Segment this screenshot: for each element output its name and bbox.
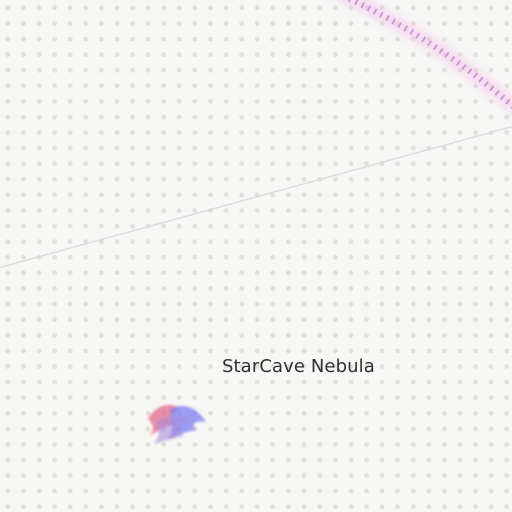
travel-path: [0, 125, 512, 269]
nebula-icon[interactable]: [148, 404, 206, 444]
orbit-ring-glow: [335, 0, 512, 115]
location-label[interactable]: StarCave Nebula: [222, 356, 375, 377]
map-overlay: [0, 0, 512, 444]
map-canvas[interactable]: StarCave Nebula: [0, 0, 512, 512]
orbit-ring-ticks: [345, 0, 512, 110]
orbit-ring: [335, 0, 512, 115]
